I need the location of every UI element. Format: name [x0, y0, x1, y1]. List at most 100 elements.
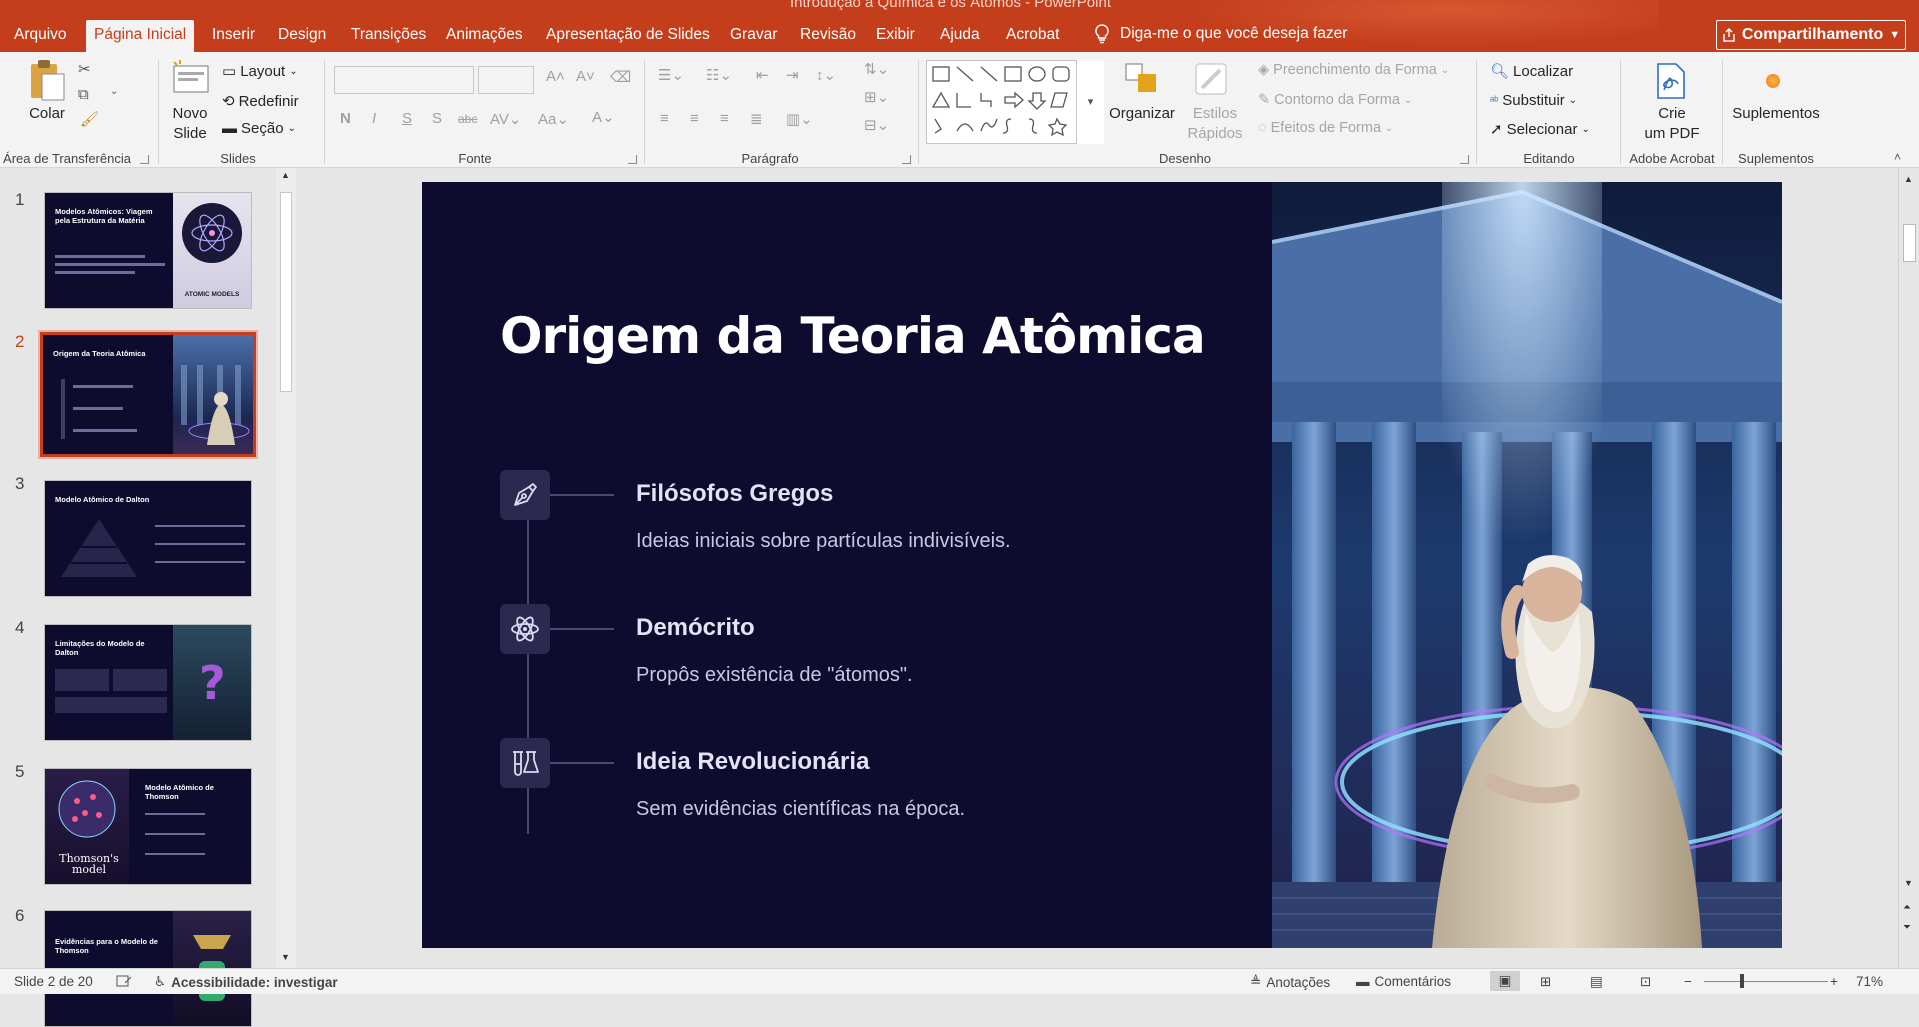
quick-styles-label-2[interactable]: Rápidos [1176, 124, 1254, 144]
slide-title[interactable]: Origem da Teoria Atômica [500, 307, 1206, 365]
zoom-slider-thumb[interactable] [1740, 974, 1744, 988]
char-spacing-icon[interactable]: AV⌄ [490, 110, 521, 128]
replace-button[interactable]: ᵃᵇ Substituir ⌄ [1490, 92, 1577, 109]
scroll-down-icon[interactable]: ▼ [281, 952, 290, 962]
tab-gravar[interactable]: Gravar [722, 24, 785, 52]
bullets-icon[interactable]: ☰⌄ [658, 66, 684, 84]
zoom-out-icon[interactable]: − [1684, 974, 1692, 989]
zoom-in-icon[interactable]: + [1830, 974, 1838, 989]
timeline-item-1[interactable]: Filósofos Gregos Ideias iniciais sobre p… [500, 470, 1100, 580]
slide-thumbnail-4[interactable]: Limitações do Modelo de Dalton ? [44, 624, 252, 741]
slide-counter[interactable]: Slide 2 de 20 [14, 974, 93, 989]
tab-exibir[interactable]: Exibir [868, 24, 923, 52]
new-slide-label-2[interactable]: Slide [160, 124, 220, 144]
new-slide-icon[interactable] [170, 60, 210, 101]
layout-button[interactable]: ▭ Layout ⌄ [222, 62, 298, 81]
paste-button[interactable] [26, 58, 70, 138]
font-name-combo[interactable] [334, 66, 474, 94]
align-center-icon[interactable]: ≡ [690, 110, 699, 127]
slideshow-icon[interactable]: ⊡ [1640, 974, 1651, 990]
create-pdf-label-2[interactable]: um PDF [1632, 124, 1712, 144]
scroll-thumb[interactable] [280, 192, 292, 392]
shape-outline-button[interactable]: ✎ Contorno da Forma ⌄ [1258, 92, 1412, 108]
font-color-icon[interactable]: A⌄ [592, 108, 615, 126]
arrange-label[interactable]: Organizar [1106, 104, 1178, 124]
shrink-font-icon[interactable]: A˅ [576, 68, 595, 85]
reset-button[interactable]: ⟲ Redefinir [222, 92, 299, 111]
numbering-icon[interactable]: ☷⌄ [706, 66, 732, 84]
addins-icon[interactable] [1766, 74, 1780, 88]
tab-acrobat[interactable]: Acrobat [998, 24, 1067, 52]
reading-view-icon[interactable]: ▤ [1590, 974, 1603, 990]
align-text-icon[interactable]: ⊞⌄ [864, 88, 889, 106]
align-left-icon[interactable]: ≡ [660, 110, 669, 127]
timeline-item-3[interactable]: Ideia Revolucionária Sem evidências cien… [500, 738, 1100, 848]
share-button[interactable]: Compartilhamento ▼ [1716, 20, 1906, 50]
font-launcher-icon[interactable] [628, 155, 637, 164]
decrease-indent-icon[interactable]: ⇤ [756, 66, 769, 84]
tab-animacoes[interactable]: Animações [438, 24, 531, 52]
tab-transicoes[interactable]: Transições [343, 24, 434, 52]
slide-thumbnail-3[interactable]: Modelo Atômico de Dalton [44, 480, 252, 597]
chevron-down-icon[interactable]: ⌄ [110, 86, 118, 97]
shape-effects-button[interactable]: ◌ Efeitos de Forma ⌄ [1258, 120, 1393, 136]
bold-icon[interactable]: N [340, 110, 351, 127]
previous-slide-icon[interactable]: ⏶ [1903, 902, 1911, 913]
line-spacing-icon[interactable]: ↕⌄ [816, 66, 836, 84]
scroll-down-icon[interactable]: ▼ [1904, 878, 1913, 888]
next-slide-icon[interactable]: ⏷ [1903, 922, 1911, 933]
format-painter-icon[interactable]: 🖌 [80, 110, 99, 128]
shape-fill-button[interactable]: ◈ Preenchimento da Forma ⌄ [1258, 62, 1449, 78]
normal-view-icon[interactable]: ▣ [1490, 971, 1520, 991]
section-button[interactable]: ▬ Seção ⌄ [222, 120, 296, 137]
tab-design[interactable]: Design [270, 24, 334, 52]
font-size-combo[interactable] [478, 66, 534, 94]
columns-icon[interactable]: ▥⌄ [786, 110, 813, 128]
clear-format-icon[interactable]: ⌫ [610, 68, 631, 86]
quick-styles-icon[interactable] [1194, 62, 1230, 101]
paragraph-launcher-icon[interactable] [902, 155, 911, 164]
smartart-icon[interactable]: ⊟⌄ [864, 116, 889, 134]
grow-font-icon[interactable]: A˄ [546, 68, 565, 85]
find-button[interactable]: 🔍︎ Localizar [1490, 62, 1573, 81]
scroll-thumb[interactable] [1903, 224, 1916, 262]
italic-icon[interactable]: I [372, 110, 376, 127]
notes-button[interactable]: ≜ Anotações [1250, 974, 1330, 990]
slide-canvas[interactable]: Origem da Teoria Atômica Filósofos Grego… [422, 182, 1782, 948]
slide-scrollbar[interactable]: ▲ ▼ ⏶ ⏷ [1898, 168, 1919, 968]
philosopher-temple-image[interactable] [1272, 182, 1782, 948]
tab-arquivo[interactable]: Arquivo [6, 24, 75, 52]
clipboard-launcher-icon[interactable] [140, 155, 149, 164]
slide-thumbnail-5[interactable]: Thomson's model Modelo Atômico de Thomso… [44, 768, 252, 885]
justify-icon[interactable]: ≣ [750, 110, 763, 128]
slide-thumbnail-1[interactable]: Modelos Atômicos: Viagem pela Estrutura … [44, 192, 252, 309]
cut-icon[interactable]: ✂ [78, 60, 91, 78]
tab-ajuda[interactable]: Ajuda [932, 24, 988, 52]
align-right-icon[interactable]: ≡ [720, 110, 729, 127]
underline-icon[interactable]: S [402, 110, 412, 127]
strikethrough-icon[interactable]: abc [458, 112, 477, 126]
pdf-icon[interactable] [1654, 62, 1688, 105]
scroll-up-icon[interactable]: ▲ [281, 170, 290, 180]
slide-thumbnail-2[interactable]: Origem da Teoria Atômica [38, 330, 258, 459]
comments-button[interactable]: ▬ Comentários [1356, 974, 1451, 989]
tab-inserir[interactable]: Inserir [204, 24, 263, 52]
select-button[interactable]: ➚ Selecionar ⌄ [1490, 120, 1590, 139]
accessibility-button[interactable]: ♿︎ Acessibilidade: investigar [154, 974, 338, 990]
collapse-ribbon-icon[interactable]: ˄ [1894, 150, 1901, 164]
addins-label[interactable]: Suplementos [1726, 104, 1826, 124]
zoom-level[interactable]: 71% [1856, 974, 1883, 989]
spell-check-icon[interactable] [116, 974, 132, 988]
text-direction-icon[interactable]: ⇅⌄ [864, 60, 889, 78]
zoom-slider-track[interactable] [1704, 981, 1828, 982]
increase-indent-icon[interactable]: ⇥ [786, 66, 799, 84]
tab-revisao[interactable]: Revisão [792, 24, 864, 52]
change-case-icon[interactable]: Aa⌄ [538, 110, 569, 128]
copy-icon[interactable]: ⧉ [78, 86, 89, 103]
tell-me-box[interactable]: Diga-me o que você deseja fazer [1094, 24, 1347, 44]
shapes-gallery-more-button[interactable]: ▾ [1076, 60, 1104, 144]
shadow-icon[interactable]: S [432, 110, 442, 127]
drawing-launcher-icon[interactable] [1460, 155, 1469, 164]
timeline-item-2[interactable]: Demócrito Propôs existência de "átomos". [500, 604, 1100, 714]
thumbnails-scrollbar[interactable]: ▲ ▼ [276, 168, 296, 968]
